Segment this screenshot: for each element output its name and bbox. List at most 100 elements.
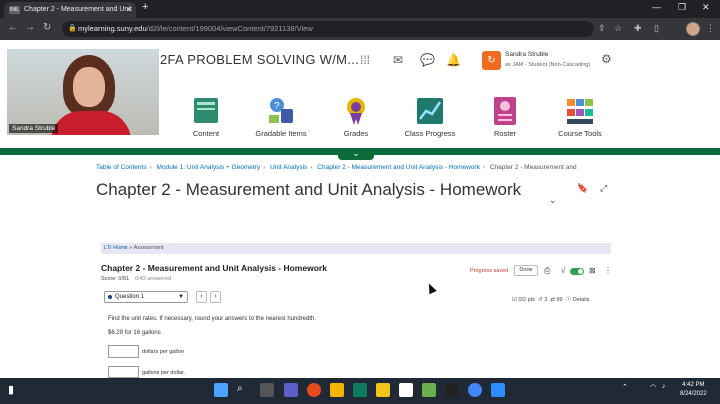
search-icon[interactable]: ⌕ [237, 383, 251, 397]
answer-label: dollars per gallon [142, 349, 184, 355]
volume-icon[interactable]: ♪ [662, 383, 666, 390]
maximize-icon[interactable]: ❐ [678, 2, 686, 13]
minimize-icon[interactable]: — [652, 2, 661, 12]
menu-kebab-icon[interactable]: ⋮ [706, 23, 715, 34]
file-explorer-icon[interactable] [330, 383, 344, 397]
browser-tab[interactable]: INIL Chapter 2 - Measurement and Unit × [4, 2, 136, 18]
url-field[interactable]: 🔒 mylearning.suny.edu/d2l/le/content/199… [62, 21, 594, 37]
bookmark-star-icon[interactable]: ☆ [614, 23, 622, 34]
zoom-icon[interactable] [491, 383, 505, 397]
wifi-icon[interactable]: ◠ [650, 383, 656, 391]
nav-label: Roster [493, 129, 517, 138]
prev-question-button[interactable]: ‹ [196, 291, 207, 303]
window-close-icon[interactable]: ✕ [702, 2, 710, 13]
nav-course-tools[interactable]: Course Tools [540, 95, 620, 138]
chrome-active-icon[interactable] [468, 383, 482, 397]
details-icon[interactable]: ⓘ [566, 297, 572, 303]
address-bar-row: ← → ↻ 🔒 mylearning.suny.edu/d2l/le/conte… [0, 18, 720, 40]
lti-current: Assessment [133, 245, 164, 251]
nav-class-progress[interactable]: Class Progress [390, 95, 470, 138]
breadcrumb: Table of Contents › Module 1: Unit Analys… [96, 164, 577, 171]
breadcrumb-item[interactable]: Chapter 2 - Measurement and Unit Analysi… [317, 164, 480, 171]
edge-icon[interactable] [353, 383, 367, 397]
clock-date: 8/24/2022 [680, 391, 707, 397]
attempts-value: 3 [544, 297, 548, 303]
mail-icon[interactable]: ✉ [393, 53, 403, 67]
roster-icon [489, 95, 521, 127]
bell-icon[interactable]: 🔔 [446, 53, 461, 67]
chrome-icon[interactable] [307, 383, 321, 397]
nav-label: Gradable Items [255, 129, 307, 138]
next-question-button[interactable]: › [210, 291, 221, 303]
sticky-notes-icon[interactable] [376, 383, 390, 397]
tab-title: Chapter 2 - Measurement and Unit [24, 6, 132, 13]
class-progress-icon [414, 95, 446, 127]
sqrt-tool-icon[interactable]: √ [561, 266, 565, 275]
nav-grades[interactable]: Grades [316, 95, 396, 138]
browser-tab-bar: INIL Chapter 2 - Measurement and Unit × … [0, 0, 720, 18]
extensions-icon[interactable]: ✚ [634, 23, 642, 34]
page-title: Chapter 2 - Measurement and Unit Analysi… [96, 180, 522, 199]
profile-avatar[interactable] [686, 22, 700, 36]
points-value: 0/2 pts [518, 297, 535, 303]
dropdown-caret-icon: ▼ [178, 294, 184, 300]
app-icon[interactable] [399, 383, 413, 397]
question-selector[interactable]: Question 1 ▼ [104, 291, 188, 303]
breadcrumb-item[interactable]: Chapter 2 - Measurement and [490, 164, 577, 171]
done-button[interactable]: Done [514, 265, 538, 276]
user-name[interactable]: Sandra Struble [505, 51, 548, 58]
question-status-dot [108, 295, 112, 299]
answered-count: 0/43 answered [135, 276, 172, 282]
nav-content[interactable]: Content [166, 95, 246, 138]
bookmark-icon[interactable]: 🔖 [577, 183, 588, 194]
start-icon[interactable] [214, 383, 228, 397]
question-selector-label: Question 1 [115, 294, 145, 300]
tab-close-icon[interactable]: × [126, 2, 131, 18]
tool-icon[interactable]: ⊠ [589, 266, 596, 275]
minecraft-icon[interactable] [422, 383, 436, 397]
back-icon[interactable]: ← [8, 22, 18, 33]
print-icon[interactable]: ⎙ [544, 266, 550, 276]
course-title[interactable]: 2FA PROBLEM SOLVING W/M... [160, 52, 359, 67]
answer-input-dollars-per-gallon[interactable] [108, 345, 139, 358]
share-icon[interactable]: ⇪ [598, 23, 606, 34]
nav-gradable-items[interactable]: ? Gradable Items [241, 95, 321, 138]
tool-toggle[interactable] [570, 268, 584, 275]
chat-icon[interactable]: 💬 [420, 53, 435, 67]
score-value: Score: 0/81 [101, 276, 130, 282]
breadcrumb-item[interactable]: Table of Contents [96, 164, 147, 171]
settings-gear-icon[interactable]: ⚙ [601, 52, 612, 66]
apps-grid-icon[interactable]: ⁞⁞⁞ [360, 53, 370, 67]
app-icon-2[interactable] [445, 383, 459, 397]
reload-icon[interactable]: ↻ [43, 22, 51, 33]
details-link[interactable]: Details [573, 297, 590, 303]
fullscreen-icon[interactable]: ⤢ [600, 183, 607, 194]
svg-text:?: ? [274, 101, 280, 112]
user-avatar[interactable]: ↻ [482, 51, 501, 70]
attempts-icon: ↺ [538, 297, 543, 303]
sidebar-icon[interactable]: ▯ [654, 23, 659, 34]
chevron-down-icon[interactable]: ⌄ [549, 195, 557, 206]
answer-label: gallons per dollar. [142, 370, 186, 376]
breadcrumb-item[interactable]: Unit Analysis [270, 164, 307, 171]
lock-icon: 🔒 [68, 25, 77, 32]
lti-home-link[interactable]: LTI Home [104, 245, 128, 251]
url-domain: mylearning.suny.edu [78, 24, 147, 33]
teams-icon[interactable] [284, 383, 298, 397]
answer-input-gallons-per-dollar[interactable] [108, 366, 139, 378]
forward-icon[interactable]: → [25, 22, 35, 33]
points-icon: ☑ [512, 297, 517, 303]
system-clock[interactable]: 4:42 PM 8/24/2022 [680, 381, 707, 399]
retries-value: 99 [556, 297, 563, 303]
more-options-icon[interactable]: ⋮ [604, 266, 612, 275]
new-tab-icon[interactable]: + [142, 1, 148, 13]
tray-chevron-icon[interactable]: ⌃ [622, 383, 628, 391]
retries-icon: ⇄ [550, 297, 555, 303]
nav-label: Content [192, 129, 220, 138]
nav-roster[interactable]: Roster [465, 95, 545, 138]
breadcrumb-item[interactable]: Module 1: Unit Analysis + Geometry [157, 164, 261, 171]
widgets-icon[interactable]: ▮ [8, 383, 22, 397]
task-view-icon[interactable] [260, 383, 274, 397]
collapse-nav-chevron-icon[interactable]: ⌄ [338, 148, 374, 160]
nav-label: Course Tools [558, 129, 602, 138]
